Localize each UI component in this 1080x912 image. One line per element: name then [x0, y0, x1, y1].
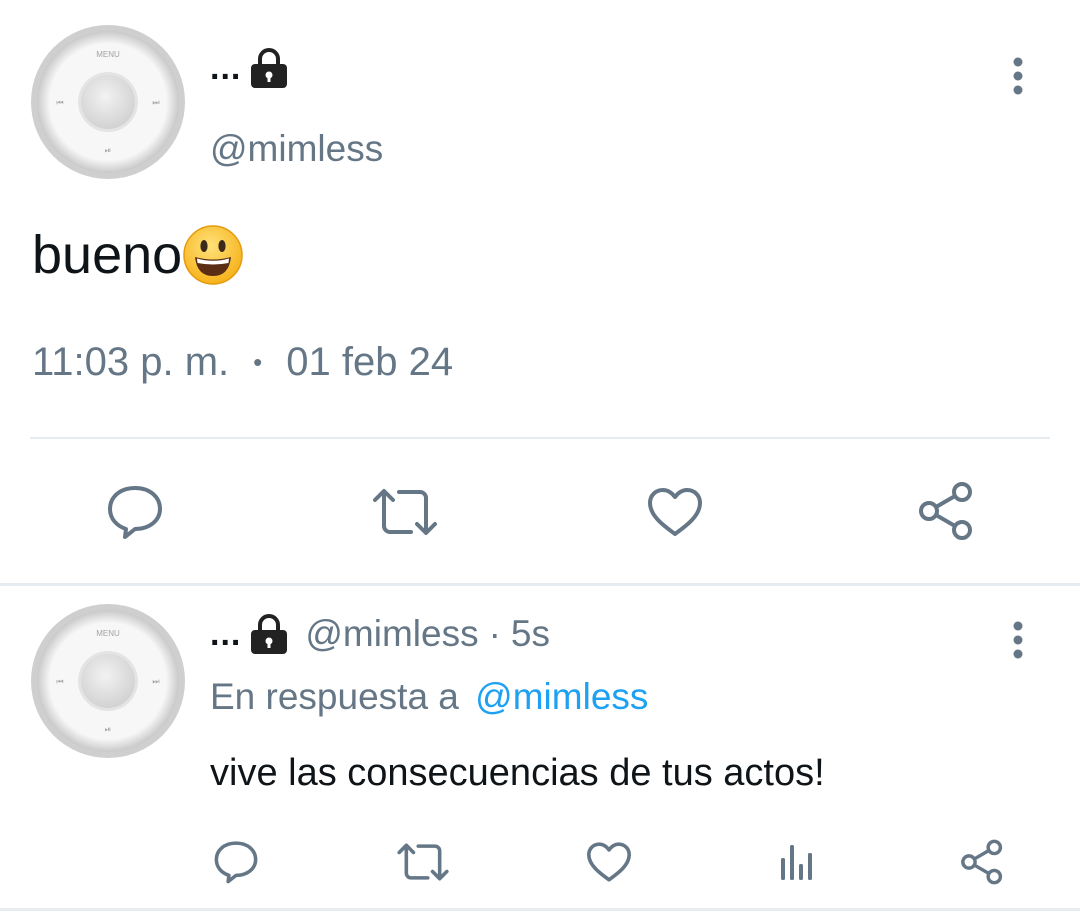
svg-text:⏭: ⏭ [152, 98, 159, 107]
analytics-icon[interactable] [772, 838, 820, 886]
like-icon[interactable] [582, 836, 636, 888]
avatar[interactable]: MENU ⏮ ⏭ ⏯ [30, 24, 186, 180]
smiling-face-emoji [182, 224, 244, 286]
svg-text:⏮: ⏮ [56, 677, 63, 686]
retweet-icon[interactable] [368, 480, 442, 544]
display-name[interactable]: ... [210, 615, 241, 654]
reply-icon[interactable] [100, 480, 170, 544]
handle[interactable]: @mimless [305, 613, 478, 655]
reply-to-link[interactable]: @mimless [475, 676, 648, 717]
lock-icon [247, 48, 291, 88]
tweet-time[interactable]: 11:03 p. m. [32, 340, 229, 385]
tweet-text: vive las consecuencias de tus actos! [210, 752, 825, 794]
bottom-divider [0, 908, 1080, 911]
svg-text:⏮: ⏮ [56, 98, 63, 107]
like-icon[interactable] [642, 480, 708, 544]
divider [30, 437, 1050, 439]
tweet-age: 5s [510, 613, 550, 654]
avatar-menu-label: MENU [96, 629, 120, 638]
avatar-menu-label: MENU [96, 50, 120, 59]
svg-text:⏯: ⏯ [105, 146, 111, 155]
tweet-separator [0, 583, 1080, 586]
share-icon[interactable] [956, 836, 1008, 888]
separator-dot: • [253, 347, 263, 377]
tweet-date[interactable]: 01 feb 24 [286, 340, 453, 385]
reply-prefix: En respuesta a [210, 676, 459, 717]
lock-icon [247, 614, 291, 654]
display-name[interactable]: ... [210, 49, 241, 88]
handle[interactable]: @mimless [210, 128, 383, 170]
avatar[interactable]: MENU ⏮ ⏭ ⏯ [30, 603, 186, 759]
reply-icon[interactable] [208, 836, 264, 888]
svg-text:⏭: ⏭ [152, 677, 159, 686]
tweet-text: bueno [32, 225, 183, 285]
share-icon[interactable] [912, 478, 980, 544]
separator-dot: · [488, 613, 501, 654]
vertical-dots-icon[interactable] [996, 616, 1040, 664]
retweet-icon[interactable] [394, 836, 452, 888]
svg-text:⏯: ⏯ [105, 725, 111, 734]
vertical-dots-icon[interactable] [996, 52, 1040, 100]
